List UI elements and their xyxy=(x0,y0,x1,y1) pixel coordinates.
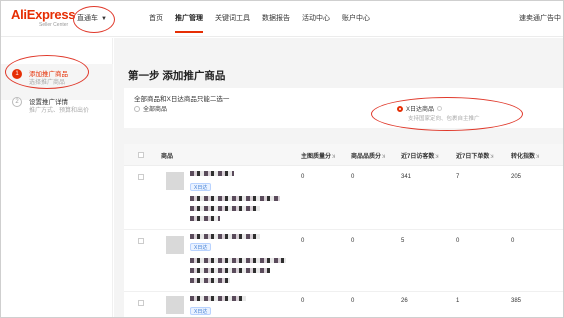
cell-main-image-quality: 0 xyxy=(301,174,305,180)
cell-conversion-index: 0 xyxy=(511,238,515,244)
nav-item-activity-center[interactable]: 活动中心 xyxy=(302,1,330,37)
cell-conversion-index: 205 xyxy=(511,174,522,180)
blurred-title xyxy=(190,296,246,301)
col-product-quality[interactable]: 商品品质分ꓘ xyxy=(351,151,385,160)
annotation-ellipse-xday-option xyxy=(371,97,523,131)
blurred-title xyxy=(190,234,260,239)
radio-all-products[interactable]: 全部商品 xyxy=(134,104,167,113)
col-main-image-quality[interactable]: 主图质量分ꓘ xyxy=(301,151,335,160)
blurred-title xyxy=(190,258,286,263)
blurred-title xyxy=(190,206,260,211)
main-content: 第一步 添加推广商品 全部商品和X日达商品只能二选一 全部商品 X日达商品 支持… xyxy=(114,38,563,317)
sort-icon: ꓘ xyxy=(490,154,494,160)
annotation-ellipse-product-selector xyxy=(73,6,115,33)
row-checkbox[interactable] xyxy=(138,174,144,180)
table-row[interactable]: X日达 0 0 26 1 385 xyxy=(124,292,563,317)
choice-prompt: 全部商品和X日达商品只能二选一 xyxy=(134,96,230,103)
cell-orders-7d: 7 xyxy=(456,174,460,180)
sort-icon: ꓘ xyxy=(332,154,336,160)
radio-label: 全部商品 xyxy=(143,107,168,113)
product-thumbnail xyxy=(166,172,184,190)
blurred-title xyxy=(190,196,280,201)
xday-badge: X日达 xyxy=(190,183,212,191)
cell-product-quality: 0 xyxy=(351,238,355,244)
product-table: 商品 主图质量分ꓘ 商品品质分ꓘ 近7日访客数ꓘ 近7日下单数ꓘ 转化指数ꓘ X… xyxy=(124,144,563,317)
logo-text: AliExpress xyxy=(11,7,76,22)
page-title: 第一步 添加推广商品 xyxy=(128,70,226,82)
step-promotion-details[interactable]: 2 设置推广详情 推广方式、预算和出价 xyxy=(1,92,113,128)
radio-circle-icon xyxy=(134,105,140,112)
blurred-title xyxy=(190,216,220,221)
col-label: 近7日下单数 xyxy=(456,154,490,160)
col-visitors-7d[interactable]: 近7日访客数ꓘ xyxy=(401,151,439,160)
screenshot-frame: AliExpress Seller Center 直通车 ▼ 首页 推广管理 关键… xyxy=(0,0,564,318)
cell-orders-7d: 1 xyxy=(456,298,460,304)
nav-item-account-center[interactable]: 账户中心 xyxy=(342,1,370,37)
cell-main-image-quality: 0 xyxy=(301,238,305,244)
nav-item-home[interactable]: 首页 xyxy=(149,1,163,37)
product-thumbnail xyxy=(166,236,184,254)
cell-visitors-7d: 26 xyxy=(401,298,408,304)
col-label: 近7日访客数 xyxy=(401,154,435,160)
sort-icon: ꓘ xyxy=(435,154,439,160)
blurred-title xyxy=(190,171,234,176)
select-all-checkbox[interactable] xyxy=(138,152,144,158)
product-thumbnail xyxy=(166,296,184,314)
aliexpress-logo[interactable]: AliExpress Seller Center xyxy=(11,7,76,32)
table-header: 商品 主图质量分ꓘ 商品品质分ꓘ 近7日访客数ꓘ 近7日下单数ꓘ 转化指数ꓘ xyxy=(124,144,563,166)
col-label: 主图质量分 xyxy=(301,154,332,160)
sort-icon: ꓘ xyxy=(382,154,386,160)
xday-badge: X日达 xyxy=(190,243,212,251)
row-checkbox[interactable] xyxy=(138,300,144,306)
xday-badge: X日达 xyxy=(190,307,212,315)
main-nav: 首页 推广管理 关键词工具 数据报告 活动中心 账户中心 xyxy=(149,1,382,37)
col-label: 转化指数 xyxy=(511,154,536,160)
table-row[interactable]: X日达 0 0 341 7 205 xyxy=(124,166,563,230)
step-description: 推广方式、预算和出价 xyxy=(29,108,90,114)
col-label: 商品品质分 xyxy=(351,154,382,160)
col-conversion-index[interactable]: 转化指数ꓘ xyxy=(511,151,539,160)
col-orders-7d[interactable]: 近7日下单数ꓘ xyxy=(456,151,494,160)
cell-visitors-7d: 5 xyxy=(401,238,405,244)
cell-product-quality: 0 xyxy=(351,298,355,304)
row-checkbox[interactable] xyxy=(138,238,144,244)
blurred-title xyxy=(190,278,230,283)
account-link[interactable]: 速卖通广告中 xyxy=(519,1,561,37)
cell-conversion-index: 385 xyxy=(511,298,522,304)
nav-item-data-report[interactable]: 数据报告 xyxy=(262,1,290,37)
logo-subtitle: Seller Center xyxy=(39,22,69,28)
blurred-title xyxy=(190,268,270,273)
cell-product-quality: 0 xyxy=(351,174,355,180)
table-row[interactable]: X日达 0 0 5 0 0 xyxy=(124,230,563,292)
nav-item-keyword-tool[interactable]: 关键词工具 xyxy=(215,1,250,37)
sort-icon: ꓘ xyxy=(536,154,540,160)
nav-item-promotion-management[interactable]: 推广管理 xyxy=(175,1,203,37)
cell-main-image-quality: 0 xyxy=(301,298,305,304)
cell-visitors-7d: 341 xyxy=(401,174,412,180)
annotation-ellipse-step-one xyxy=(5,55,89,89)
col-product: 商品 xyxy=(161,154,174,160)
step-number: 2 xyxy=(12,97,22,107)
cell-orders-7d: 0 xyxy=(456,238,460,244)
